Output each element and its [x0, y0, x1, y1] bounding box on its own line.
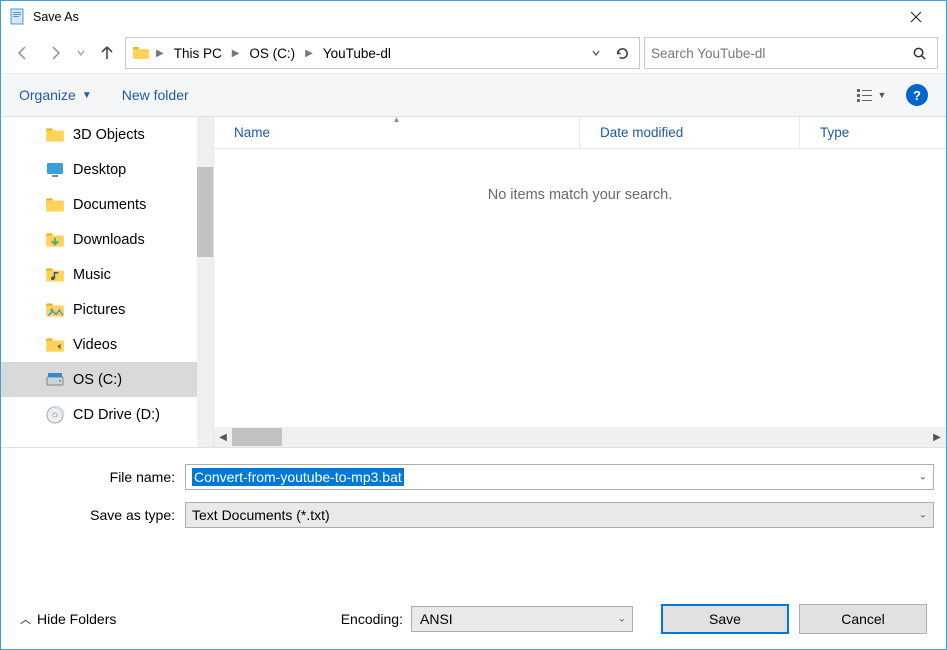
sidebar-item-cd-drive-d-[interactable]: CD Drive (D:)	[1, 397, 201, 432]
sidebar-item-label: Music	[73, 267, 111, 283]
sidebar-item-label: Pictures	[73, 302, 125, 318]
new-folder-button[interactable]: New folder	[122, 87, 189, 103]
hide-folders-label: Hide Folders	[37, 611, 116, 627]
sidebar-item-music[interactable]: Music	[1, 257, 201, 292]
sidebar-item-downloads[interactable]: Downloads	[1, 222, 201, 257]
dropdown-icon[interactable]: ⌄	[618, 614, 626, 625]
help-button[interactable]: ?	[906, 84, 928, 106]
sidebar-item-os-c-[interactable]: OS (C:)	[1, 362, 201, 397]
scroll-right-icon[interactable]: ▶	[928, 428, 946, 446]
search-box[interactable]	[644, 37, 938, 69]
filename-label: File name:	[13, 469, 185, 485]
sidebar-scrollbar[interactable]	[197, 117, 213, 447]
sidebar-item-videos[interactable]: Videos	[1, 327, 201, 362]
pictures-icon	[45, 300, 65, 320]
encoding-label: Encoding:	[341, 611, 411, 627]
sidebar-item-label: Videos	[73, 337, 117, 353]
navigation-toolbar: ▶ This PC ▶ OS (C:) ▶ YouTube-dl	[1, 33, 946, 73]
navigation-pane: 3D Objects Desktop Documents Downloads Music…	[1, 117, 213, 447]
music-icon	[45, 265, 65, 285]
cd-icon	[45, 405, 65, 425]
empty-list-message: No items match your search.	[214, 187, 946, 203]
search-input[interactable]	[651, 46, 907, 61]
sidebar-item-label: Documents	[73, 197, 146, 213]
address-bar[interactable]: ▶ This PC ▶ OS (C:) ▶ YouTube-dl	[125, 37, 640, 69]
scrollbar-track[interactable]	[232, 428, 928, 446]
back-button[interactable]	[9, 39, 37, 67]
refresh-button[interactable]	[609, 39, 635, 67]
encoding-value: ANSI	[420, 611, 453, 627]
scrollbar-thumb[interactable]	[232, 428, 282, 446]
organize-button[interactable]: Organize ▼	[19, 87, 92, 103]
breadcrumb-this-pc[interactable]: This PC	[168, 38, 228, 68]
new-folder-label: New folder	[122, 87, 189, 103]
dropdown-icon[interactable]: ⌄	[919, 472, 927, 483]
downloads-icon	[45, 230, 65, 250]
chevron-up-icon: ︿	[20, 611, 31, 627]
view-options-button[interactable]: ▼	[854, 82, 888, 108]
sidebar-item-label: 3D Objects	[73, 127, 145, 143]
folder-icon	[45, 125, 65, 145]
hide-folders-button[interactable]: ︿ Hide Folders	[20, 611, 116, 627]
forward-button[interactable]	[41, 39, 69, 67]
horizontal-scrollbar[interactable]: ◀ ▶	[214, 427, 946, 447]
search-icon[interactable]	[907, 41, 931, 65]
caret-down-icon: ▼	[82, 90, 92, 101]
bottom-bar: ︿ Hide Folders Encoding: ANSI ⌄ Save Can…	[2, 590, 945, 648]
column-headers: ▲ Name Date modified Type	[214, 117, 946, 149]
organize-label: Organize	[19, 87, 76, 103]
cancel-button[interactable]: Cancel	[799, 604, 927, 634]
save-button[interactable]: Save	[661, 604, 789, 634]
chevron-right-icon[interactable]: ▶	[230, 48, 242, 59]
up-button[interactable]	[93, 39, 121, 67]
sidebar-item-label: Downloads	[73, 232, 145, 248]
sidebar-item-documents[interactable]: Documents	[1, 187, 201, 222]
sort-ascending-icon: ▲	[393, 115, 401, 124]
folder-icon	[130, 42, 152, 64]
scroll-left-icon[interactable]: ◀	[214, 428, 232, 446]
videos-icon	[45, 335, 65, 355]
save-form: File name: Convert-from-youtube-to-mp3.b…	[1, 447, 946, 548]
chevron-right-icon[interactable]: ▶	[303, 48, 315, 59]
file-list-area: ▲ Name Date modified Type No items match…	[213, 117, 946, 447]
sidebar-item-label: CD Drive (D:)	[73, 407, 160, 423]
titlebar: Save As	[1, 1, 946, 33]
address-dropdown-icon[interactable]	[585, 39, 607, 67]
desktop-icon	[45, 160, 65, 180]
column-header-type[interactable]: Type	[799, 117, 946, 148]
savetype-select[interactable]: Text Documents (*.txt) ⌄	[185, 502, 934, 528]
filename-input[interactable]: Convert-from-youtube-to-mp3.bat ⌄	[185, 464, 934, 490]
scrollbar-thumb[interactable]	[197, 167, 213, 257]
app-icon	[9, 8, 27, 26]
sidebar-item-desktop[interactable]: Desktop	[1, 152, 201, 187]
close-button[interactable]	[894, 1, 938, 33]
sidebar-item-label: Desktop	[73, 162, 126, 178]
sidebar-item-pictures[interactable]: Pictures	[1, 292, 201, 327]
folder-icon	[45, 195, 65, 215]
command-bar: Organize ▼ New folder ▼ ?	[1, 73, 946, 117]
recent-dropdown-icon[interactable]	[73, 39, 89, 67]
filename-value: Convert-from-youtube-to-mp3.bat	[192, 468, 404, 486]
chevron-right-icon[interactable]: ▶	[154, 48, 166, 59]
sidebar-item-label: OS (C:)	[73, 372, 122, 388]
window-title: Save As	[33, 10, 79, 24]
column-header-name[interactable]: ▲ Name	[214, 117, 579, 148]
column-header-date[interactable]: Date modified	[579, 117, 799, 148]
main-area: 3D Objects Desktop Documents Downloads Music…	[1, 117, 946, 447]
savetype-label: Save as type:	[13, 507, 185, 523]
caret-down-icon: ▼	[878, 90, 887, 100]
savetype-value: Text Documents (*.txt)	[192, 507, 330, 523]
sidebar-item-3d-objects[interactable]: 3D Objects	[1, 117, 201, 152]
breadcrumb-folder[interactable]: YouTube-dl	[317, 38, 397, 68]
drive-icon	[45, 370, 65, 390]
breadcrumb-drive[interactable]: OS (C:)	[243, 38, 301, 68]
dropdown-icon[interactable]: ⌄	[919, 510, 927, 521]
encoding-select[interactable]: ANSI ⌄	[411, 606, 633, 632]
